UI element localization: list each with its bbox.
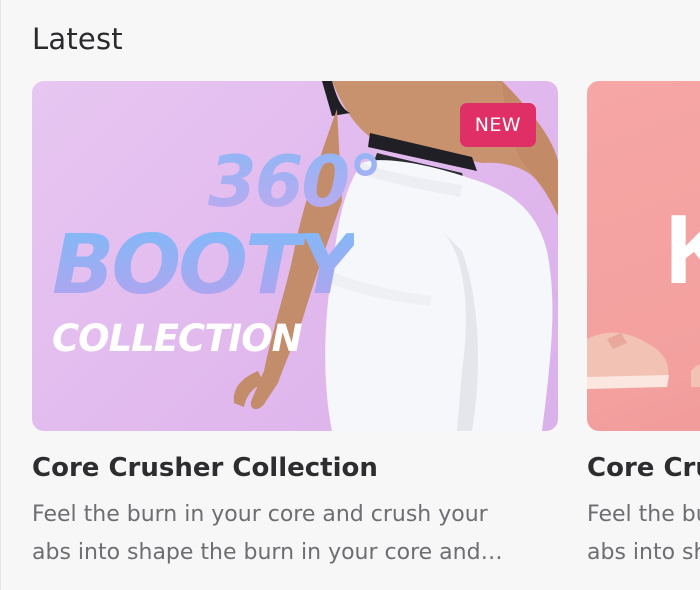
program-card[interactable]: K Core Crusher Collection Feel the burn …	[587, 81, 700, 572]
card-title[interactable]: Core Crusher Collection	[32, 453, 558, 483]
program-thumbnail[interactable]: K	[587, 81, 700, 431]
latest-carousel[interactable]: 360° BOOTY COLLECTION NEW Core Crusher C…	[32, 81, 700, 581]
new-badge: NEW	[459, 103, 536, 147]
program-thumbnail[interactable]: 360° BOOTY COLLECTION NEW	[32, 81, 558, 431]
screen: Latest 360° BOOTY COLLECTION NEW Core Cr…	[0, 0, 700, 590]
program-card[interactable]: 360° BOOTY COLLECTION NEW Core Crusher C…	[32, 81, 558, 572]
promo-heading-360: 360°	[208, 141, 383, 223]
promo-heading-booty: BOOTY	[52, 218, 357, 313]
promo-heading: K	[665, 193, 700, 306]
card-description: Feel the burn in your core and crush you…	[32, 502, 488, 565]
card-description: Feel the burn in your core and crush you…	[587, 502, 700, 565]
promo-heading-collection: COLLECTION	[52, 317, 303, 360]
card-title[interactable]: Core Crusher Collection	[587, 453, 700, 483]
section-title: Latest	[32, 22, 123, 56]
